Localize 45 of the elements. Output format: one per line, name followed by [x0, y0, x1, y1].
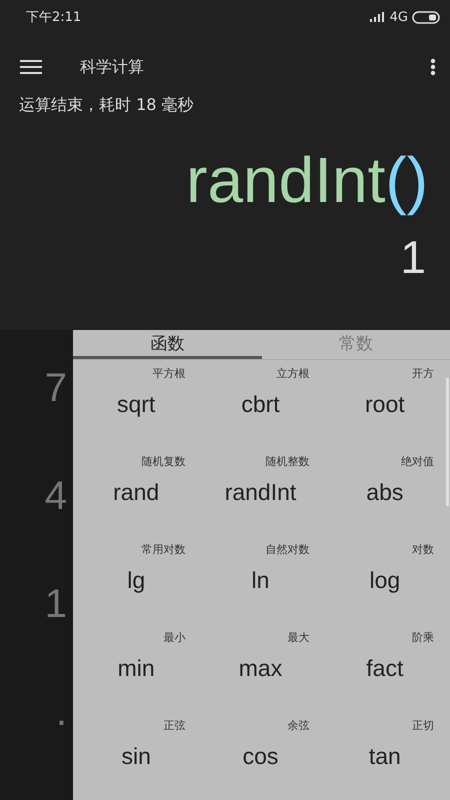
function-caption: 常用对数 [141, 542, 186, 557]
function-caption: 余弦 [288, 718, 310, 733]
toolbar-title: 科学计算 [80, 56, 145, 78]
keypad-key[interactable]: 7 [44, 368, 67, 408]
network-type: 4G [390, 10, 408, 24]
function-key[interactable]: ln [252, 567, 270, 594]
keypad-key[interactable]: 4 [44, 476, 67, 516]
function-key[interactable]: cos [242, 743, 278, 770]
function-caption: 开方 [412, 366, 434, 381]
status-time: 下午2:11 [26, 9, 82, 26]
function-key[interactable]: sin [121, 743, 151, 770]
function-caption: 随机整数 [266, 454, 310, 469]
function-key[interactable]: lg [127, 567, 146, 594]
function-caption: 正切 [412, 718, 434, 733]
signal-icon [370, 12, 386, 22]
function-caption: 自然对数 [266, 542, 310, 557]
more-icon[interactable] [430, 58, 436, 76]
function-key[interactable]: root [365, 391, 405, 418]
function-caption: 绝对值 [401, 454, 434, 469]
function-caption: 平方根 [152, 366, 186, 381]
function-caption: 最小 [163, 630, 186, 645]
function-key[interactable]: max [238, 655, 282, 682]
scrollbar[interactable] [446, 378, 449, 506]
menu-icon[interactable] [20, 59, 42, 75]
function-key[interactable]: sqrt [116, 391, 156, 418]
function-key[interactable]: log [369, 567, 400, 594]
function-key[interactable]: min [118, 655, 155, 682]
keypad-key[interactable]: 1 [44, 584, 67, 624]
function-caption: 正弦 [163, 718, 186, 733]
function-caption: 阶乘 [412, 630, 434, 645]
keypad-key[interactable]: . [56, 692, 67, 732]
function-key[interactable]: cbrt [241, 391, 280, 418]
result-display: 1 [400, 230, 426, 284]
function-key[interactable]: rand [113, 479, 160, 506]
function-key[interactable]: abs [366, 479, 404, 506]
battery-icon [412, 10, 440, 24]
function-caption: 随机复数 [141, 454, 186, 469]
function-key[interactable]: fact [366, 655, 404, 682]
function-key[interactable]: tan [368, 743, 401, 770]
function-key[interactable]: randInt [224, 479, 296, 506]
function-caption: 最大 [288, 630, 310, 645]
function-caption: 立方根 [276, 366, 310, 381]
tab[interactable]: 函数 [73, 330, 262, 359]
expression-display: randInt() [185, 143, 429, 218]
function-caption: 对数 [412, 542, 434, 557]
